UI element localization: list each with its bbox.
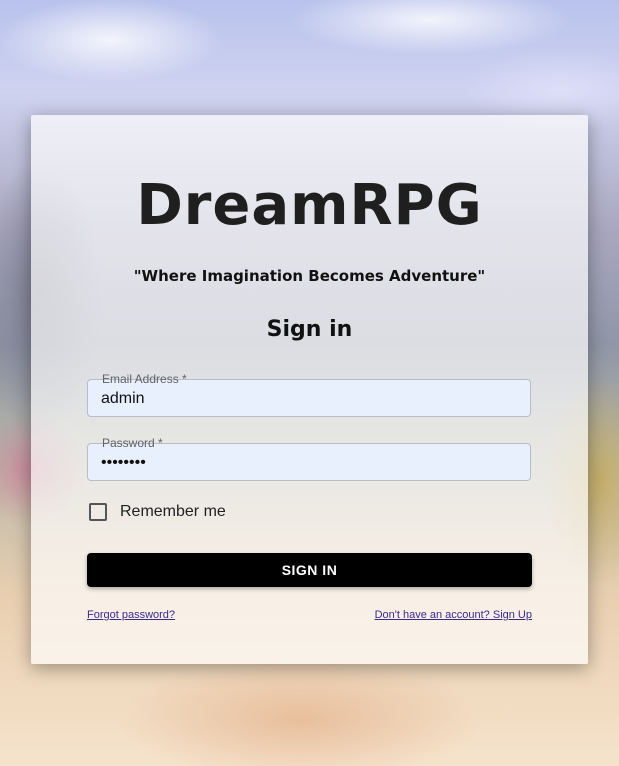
password-value[interactable]: •••••••• bbox=[101, 454, 146, 472]
sign-up-link[interactable]: Don't have an account? Sign Up bbox=[375, 609, 532, 621]
remember-me-label[interactable]: Remember me bbox=[120, 503, 226, 521]
sign-in-button[interactable]: SIGN IN bbox=[87, 553, 532, 587]
remember-me-row[interactable]: Remember me bbox=[87, 501, 226, 523]
password-label: Password * bbox=[102, 436, 163, 450]
page-title: Sign in bbox=[266, 317, 353, 342]
sign-in-card: DreamRPG "Where Imagination Becomes Adve… bbox=[31, 115, 588, 664]
password-field[interactable]: Password * •••••••• bbox=[87, 436, 531, 481]
email-value[interactable]: admin bbox=[101, 390, 145, 408]
remember-me-checkbox[interactable] bbox=[89, 503, 107, 521]
app-tagline: "Where Imagination Becomes Adventure" bbox=[133, 267, 486, 285]
app-logo: DreamRPG bbox=[136, 173, 483, 238]
email-label: Email Address * bbox=[102, 372, 187, 386]
email-field[interactable]: Email Address * admin bbox=[87, 372, 531, 417]
forgot-password-link[interactable]: Forgot password? bbox=[87, 609, 175, 621]
